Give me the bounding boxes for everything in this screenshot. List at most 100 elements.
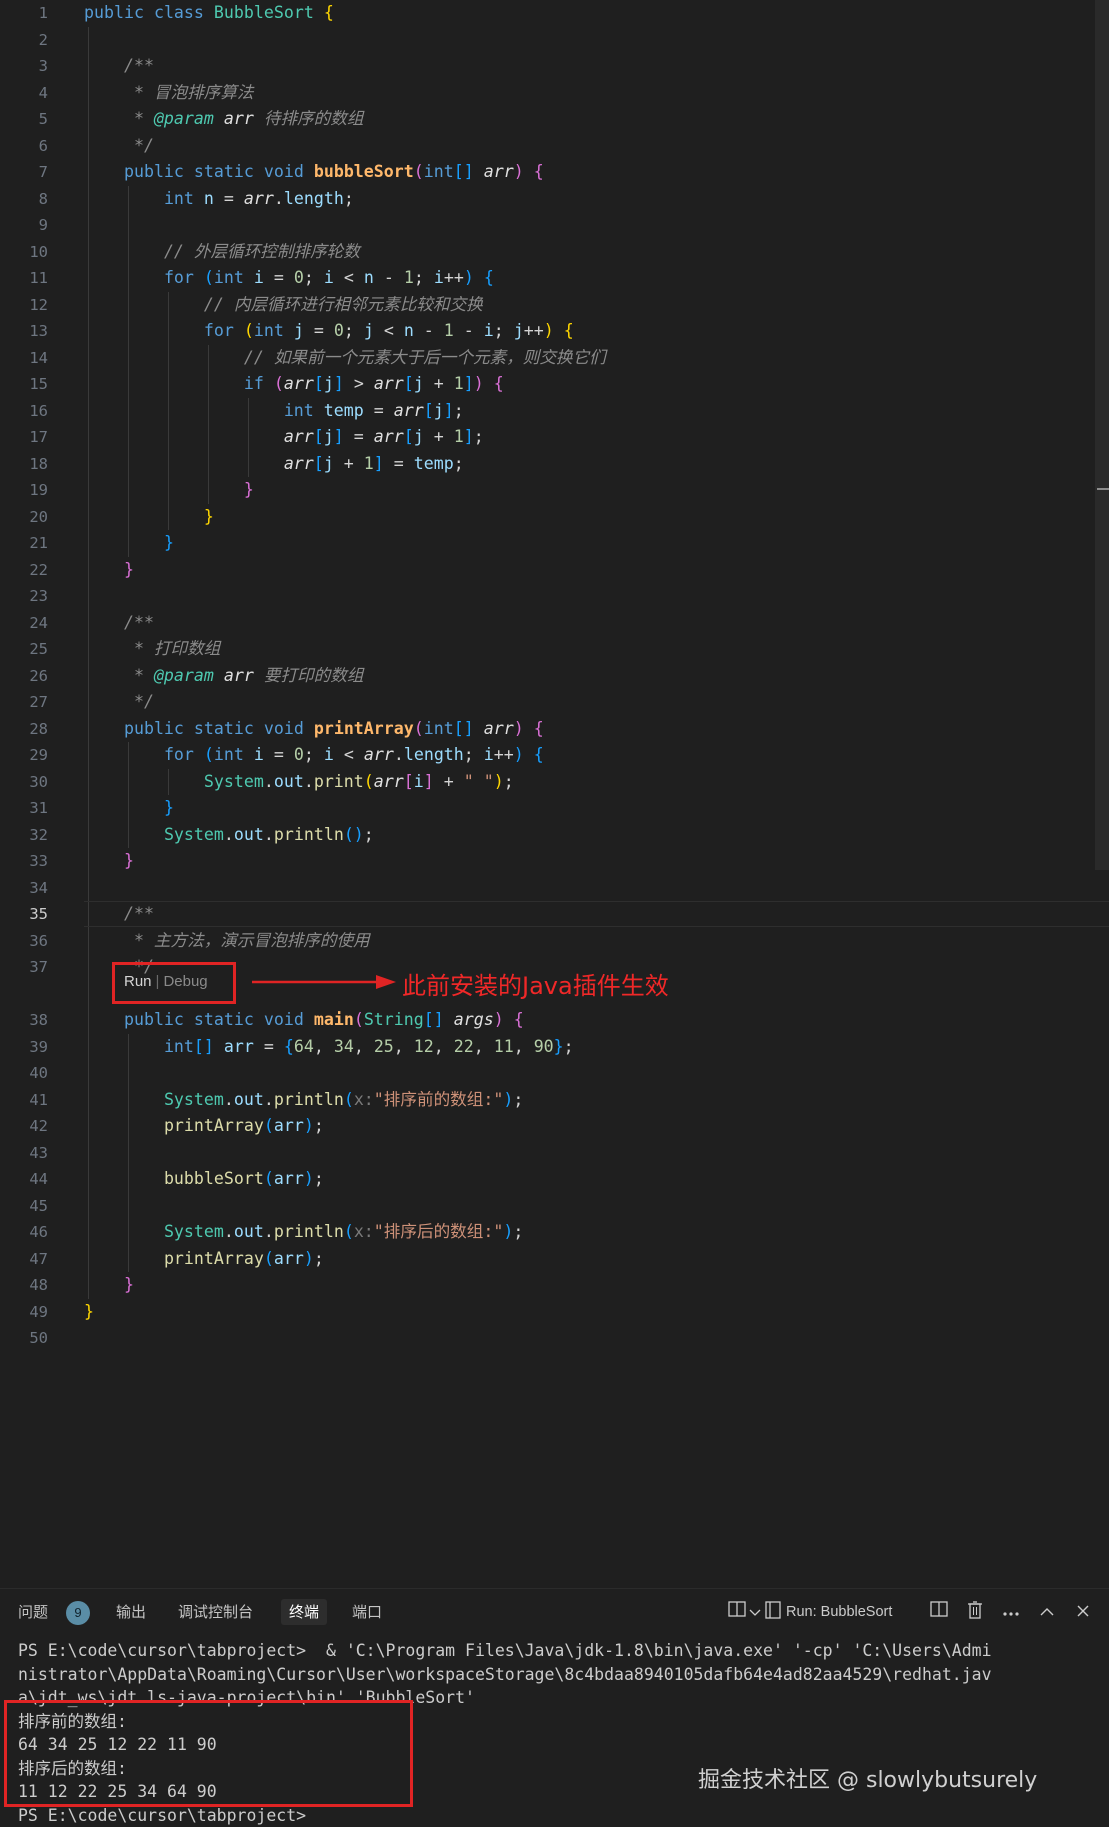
code-token: [ — [403, 771, 414, 791]
code-line[interactable]: 38 public static void main(String[] args… — [0, 1007, 1109, 1034]
code-token: String — [363, 1010, 424, 1029]
line-number: 24 — [29, 613, 48, 632]
code-line[interactable]: 2 — [0, 27, 1109, 54]
code-line[interactable]: 15 if (arr[j] > arr[j + 1]) { — [0, 371, 1109, 398]
code-line[interactable]: 20 } — [0, 504, 1109, 531]
code-line[interactable]: 12 // 内层循环进行相邻元素比较和交换 — [0, 292, 1109, 319]
code-line[interactable]: 42 printArray(arr); — [0, 1113, 1109, 1140]
code-line[interactable]: 35 /** — [0, 901, 1109, 928]
code-line[interactable]: 45 — [0, 1193, 1109, 1220]
tab-debug-console[interactable]: 调试控制台 — [170, 1599, 261, 1625]
code-line[interactable]: 1 public class BubbleSort { — [0, 0, 1109, 27]
code-text: arr[j] = arr[j + 1]; — [84, 424, 484, 451]
code-editor[interactable]: 1 public class BubbleSort {2 3 /** 4 * 冒泡排序… — [0, 0, 1109, 1588]
code-line[interactable]: 4 * 冒泡排序算法 — [0, 80, 1109, 107]
code-token: out — [233, 824, 264, 844]
code-line[interactable]: 11 for (int i = 0; i < n - 1; i++) { — [0, 265, 1109, 292]
code-line[interactable]: 46 System.out.println(x:"排序后的数组:"); — [0, 1219, 1109, 1246]
split-icon[interactable] — [928, 1601, 950, 1623]
code-token: printArray — [313, 718, 414, 738]
code-line[interactable]: 19 } — [0, 477, 1109, 504]
code-line[interactable]: 23 — [0, 583, 1109, 610]
code-token: 要打印的数组 — [253, 665, 364, 685]
code-line[interactable]: 21 } — [0, 530, 1109, 557]
code-line[interactable]: 40 — [0, 1060, 1109, 1087]
code-line[interactable]: 13 for (int j = 0; j < n - 1 - i; j++) { — [0, 318, 1109, 345]
line-number: 8 — [38, 189, 48, 208]
code-line[interactable]: 10 // 外层循环控制排序轮数 — [0, 239, 1109, 266]
code-line[interactable]: 7 public static void bubbleSort(int[] ar… — [0, 159, 1109, 186]
code-line[interactable]: 26 * @param arr 要打印的数组 — [0, 663, 1109, 690]
code-line[interactable]: 9 — [0, 212, 1109, 239]
line-number: 39 — [29, 1037, 48, 1056]
line-number: 26 — [29, 666, 48, 685]
code-line[interactable]: 27 */ — [0, 689, 1109, 716]
code-line[interactable]: 49} — [0, 1299, 1109, 1326]
code-line[interactable]: 36 * 主方法，演示冒泡排序的使用 — [0, 928, 1109, 955]
code-line[interactable]: 22 } — [0, 557, 1109, 584]
tab-output[interactable]: 输出 — [108, 1599, 154, 1625]
code-line[interactable]: 34 — [0, 875, 1109, 902]
code-text: public static void bubbleSort(int[] arr)… — [84, 159, 544, 186]
code-token: ( — [263, 1248, 274, 1268]
layout-icon[interactable] — [726, 1601, 748, 1623]
chevron-down-icon[interactable] — [748, 1601, 762, 1623]
code-line[interactable]: 29 for (int i = 0; i < arr.length; i++) … — [0, 742, 1109, 769]
code-line[interactable]: 25 * 打印数组 — [0, 636, 1109, 663]
code-token: } — [123, 559, 134, 579]
code-token: arr — [223, 1036, 254, 1056]
tab-ports[interactable]: 端口 — [344, 1599, 390, 1625]
line-number: 13 — [29, 322, 48, 340]
code-line[interactable]: 41 System.out.println(x:"排序前的数组:"); — [0, 1087, 1109, 1114]
code-line[interactable]: 31 } — [0, 795, 1109, 822]
code-line[interactable]: 14 // 如果前一个元素大于后一个元素，则交换它们 — [0, 345, 1109, 372]
code-line[interactable]: 28 public static void printArray(int[] a… — [0, 716, 1109, 743]
tab-problems[interactable]: 问题 — [10, 1599, 56, 1625]
code-token: = — [213, 188, 244, 208]
code-line[interactable]: 18 arr[j + 1] = temp; — [0, 451, 1109, 478]
line-number: 4 — [38, 83, 48, 102]
code-line[interactable]: 44 bubbleSort(arr); — [0, 1166, 1109, 1193]
code-token: 0 — [293, 745, 304, 764]
line-number: 41 — [29, 1090, 48, 1109]
code-line[interactable]: 33 } — [0, 848, 1109, 875]
code-token: 25 — [373, 1036, 394, 1056]
code-token: ( — [363, 771, 374, 791]
close-icon[interactable] — [1072, 1601, 1094, 1623]
code-token: * — [133, 109, 154, 128]
code-token: , — [433, 1036, 454, 1056]
tab-terminal[interactable]: 终端 — [281, 1599, 328, 1625]
code-line[interactable]: 43 — [0, 1140, 1109, 1167]
code-line[interactable]: 50 — [0, 1325, 1109, 1352]
code-line[interactable]: 8 int n = arr.length; — [0, 186, 1109, 213]
chevron-up-icon[interactable] — [1036, 1601, 1058, 1623]
trash-icon[interactable] — [964, 1601, 986, 1623]
code-token: = — [303, 321, 334, 340]
code-token: i — [433, 268, 444, 287]
code-line[interactable]: 48 } — [0, 1272, 1109, 1299]
code-token: out — [233, 1222, 264, 1241]
code-line[interactable]: 30 System.out.print(arr[i] + " "); — [0, 769, 1109, 796]
code-line[interactable]: 5 * @param arr 待排序的数组 — [0, 106, 1109, 133]
line-number: 48 — [29, 1276, 48, 1294]
code-token: 22 — [453, 1036, 474, 1056]
code-line[interactable]: 17 arr[j] = arr[j + 1]; — [0, 424, 1109, 451]
code-line[interactable]: 39 int[] arr = {64, 34, 25, 12, 22, 11, … — [0, 1034, 1109, 1061]
code-token: { — [493, 374, 504, 393]
code-token: for — [203, 321, 234, 340]
code-line[interactable]: 32 System.out.println(); — [0, 822, 1109, 849]
code-line[interactable]: 6 */ — [0, 133, 1109, 160]
code-line[interactable]: 3 /** — [0, 53, 1109, 80]
problems-count-badge: 9 — [66, 1601, 90, 1625]
code-token: printArray — [163, 1248, 264, 1268]
run-config-label[interactable]: Run: BubbleSort — [786, 1601, 892, 1623]
code-token: ) — [513, 745, 524, 764]
code-line[interactable]: 47 printArray(arr); — [0, 1246, 1109, 1273]
code-line[interactable]: 16 int temp = arr[j]; — [0, 398, 1109, 425]
ellipsis-icon[interactable] — [1000, 1601, 1022, 1623]
code-line[interactable]: 24 /** — [0, 610, 1109, 637]
code-text: } — [84, 795, 174, 822]
code-token: ( — [243, 321, 254, 340]
